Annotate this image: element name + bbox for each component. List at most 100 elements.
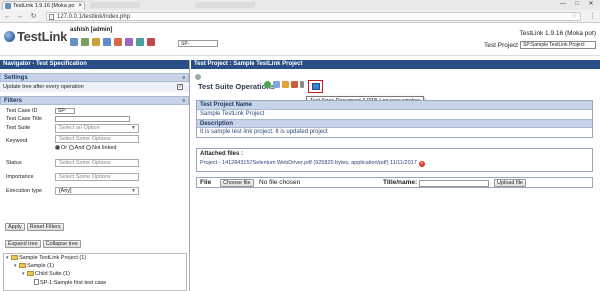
test-case-title-label: Test Case Title (6, 116, 43, 122)
results-icon[interactable] (114, 38, 122, 46)
testcase-search-input[interactable]: SP- (178, 40, 218, 47)
collapse-tree-button[interactable]: Collapse tree (42, 240, 82, 248)
tree-node-suite[interactable]: ▾ Sample (1) (14, 263, 54, 270)
work-area: Test Project : Sample TestLink Project T… (191, 60, 600, 291)
project-name-label: Test Project Name (197, 101, 592, 110)
filter-row-exec-type: Execution type [Any] ▼ (3, 183, 186, 197)
keyword-label: Keyword (6, 138, 28, 144)
close-window-icon[interactable]: ✕ (584, 0, 598, 9)
importance-select[interactable]: Select Some Options (55, 173, 139, 181)
test-project-label: Test Project (484, 42, 518, 49)
filters-header[interactable]: Filters » (0, 96, 189, 105)
test-case-id-label: Test Case ID (6, 108, 38, 114)
title-name-label: Title/name: (383, 179, 418, 186)
gear-icon[interactable] (195, 74, 201, 80)
export-icon[interactable] (291, 81, 298, 88)
back-icon[interactable]: ← (3, 12, 12, 21)
user-icon[interactable] (125, 38, 133, 46)
and-label: And (74, 145, 85, 151)
collapse-filters-icon[interactable]: » (182, 97, 185, 106)
file-label: File (200, 179, 212, 186)
work-area-title: Test Project : Sample TestLink Project (191, 60, 600, 69)
filter-buttons: Apply Reset Filters (5, 223, 64, 231)
requirements-icon[interactable] (81, 38, 89, 46)
folder-icon (19, 263, 26, 268)
or-label: Or (61, 145, 68, 151)
and-radio[interactable] (68, 145, 74, 150)
not-linked-radio[interactable] (85, 145, 91, 150)
filters-label: Filters (4, 98, 23, 104)
bookmark-star-icon[interactable]: ☆ (571, 13, 577, 21)
tree-node-testcase[interactable]: SP-1:Sample first test case (34, 279, 106, 287)
filters-form: Test Case ID SP- Test Case Title Test Su… (0, 105, 189, 199)
minimize-icon[interactable]: — (556, 0, 570, 9)
test-case-title-input[interactable] (55, 116, 130, 122)
blurred-tab-2 (195, 2, 255, 8)
description-label: Description (197, 119, 592, 128)
reset-filters-button[interactable]: Reset Filters (26, 223, 64, 231)
choose-file-button[interactable]: Choose file (220, 179, 254, 187)
test-spec-document-icon[interactable] (312, 83, 320, 90)
test-case-icon (34, 279, 39, 285)
update-tree-checkbox[interactable]: ✓ (177, 84, 183, 90)
tree-node-project[interactable]: ▾ Sample TestLink Project (1) (6, 255, 86, 262)
add-icon[interactable] (264, 81, 271, 88)
status-label: Status (6, 160, 22, 166)
test-project-select[interactable]: SP:Sample TestLink Project (520, 41, 596, 49)
filter-row-importance: Importance Select Some Options (3, 169, 186, 183)
update-tree-label: Update tree after every operation (3, 84, 84, 90)
status-select[interactable]: Select Some Options (55, 159, 139, 167)
highlight-box (308, 80, 323, 93)
tree-node-label: Sample TestLink Project (1) (19, 255, 87, 261)
project-name-value: Sample TestLink Project (200, 111, 265, 117)
execution-type-select[interactable]: [Any] ▼ (55, 187, 139, 195)
sort-icon[interactable] (300, 81, 304, 88)
settings-label: Settings (4, 75, 28, 81)
execution-type-value: [Any] (59, 188, 72, 194)
apply-button[interactable]: Apply (5, 223, 25, 231)
app-version: TestLink 1.9.16 (Moka pot) (519, 30, 596, 37)
testlink-header: TestLink ashish [admin] SP- TestLink 1.9… (0, 23, 600, 56)
test-spec-icon[interactable] (92, 38, 100, 46)
logout-icon[interactable] (147, 38, 155, 46)
title-name-input[interactable] (419, 180, 489, 187)
logo-text: TestLink (17, 29, 68, 44)
events-icon[interactable] (136, 38, 144, 46)
current-user: ashish [admin] (70, 27, 113, 33)
filter-row-status: Status Select Some Options (3, 155, 186, 169)
filter-row-keyword: Keyword Select Some Options Or And Not l… (3, 133, 186, 155)
folder-icon (27, 271, 34, 276)
tree-node-child-suite[interactable]: ▾ Child Suite (1) (22, 271, 70, 278)
keyword-select[interactable]: Select Some Options (55, 135, 139, 143)
forward-icon[interactable]: → (15, 12, 24, 21)
home-icon[interactable] (70, 38, 78, 46)
or-radio[interactable] (55, 145, 60, 150)
filter-row-title: Test Case Title (3, 115, 186, 123)
address-bar[interactable]: 127.0.0.1/testlink/index.php ☆ (46, 12, 581, 21)
no-file-chosen-text: No file chosen (259, 179, 301, 186)
attachment-link[interactable]: Project - 1412843157Selenium WebDriver.p… (200, 160, 417, 166)
attached-files-box: Attached files : Project - 1412843157Sel… (196, 148, 593, 172)
tree-tools-icon[interactable] (273, 81, 280, 88)
folder-icon (11, 255, 18, 260)
test-suite-select[interactable]: Select an Option ▼ (55, 124, 139, 133)
testlink-logo-icon (4, 31, 15, 42)
filter-row-suite: Test Suite Select an Option ▼ (3, 123, 186, 133)
test-case-id-input[interactable]: SP- (55, 108, 75, 114)
maximize-icon[interactable]: □ (570, 0, 584, 9)
tab-close-icon[interactable]: × (78, 2, 82, 10)
expand-tree-button[interactable]: Expand tree (5, 240, 41, 248)
settings-header[interactable]: Settings » (0, 73, 189, 82)
reload-icon[interactable]: ↻ (29, 12, 38, 21)
import-icon[interactable] (282, 81, 289, 88)
testlink-logo[interactable]: TestLink (4, 29, 67, 44)
browser-menu-icon[interactable]: ⋮ (589, 12, 596, 21)
tree-node-label: Sample (1) (27, 263, 54, 269)
description-value: It is sample test link project. It is up… (200, 129, 328, 135)
delete-attachment-icon[interactable]: × (418, 161, 425, 167)
browser-tab[interactable]: TestLink 1.9.16 (Moka po × (2, 1, 85, 10)
execute-icon[interactable] (103, 38, 111, 46)
browser-tab-strip: TestLink 1.9.16 (Moka po × — □ ✕ (0, 0, 600, 10)
suite-operations-toolbar (264, 81, 304, 88)
upload-file-button[interactable]: Upload file (494, 179, 526, 187)
